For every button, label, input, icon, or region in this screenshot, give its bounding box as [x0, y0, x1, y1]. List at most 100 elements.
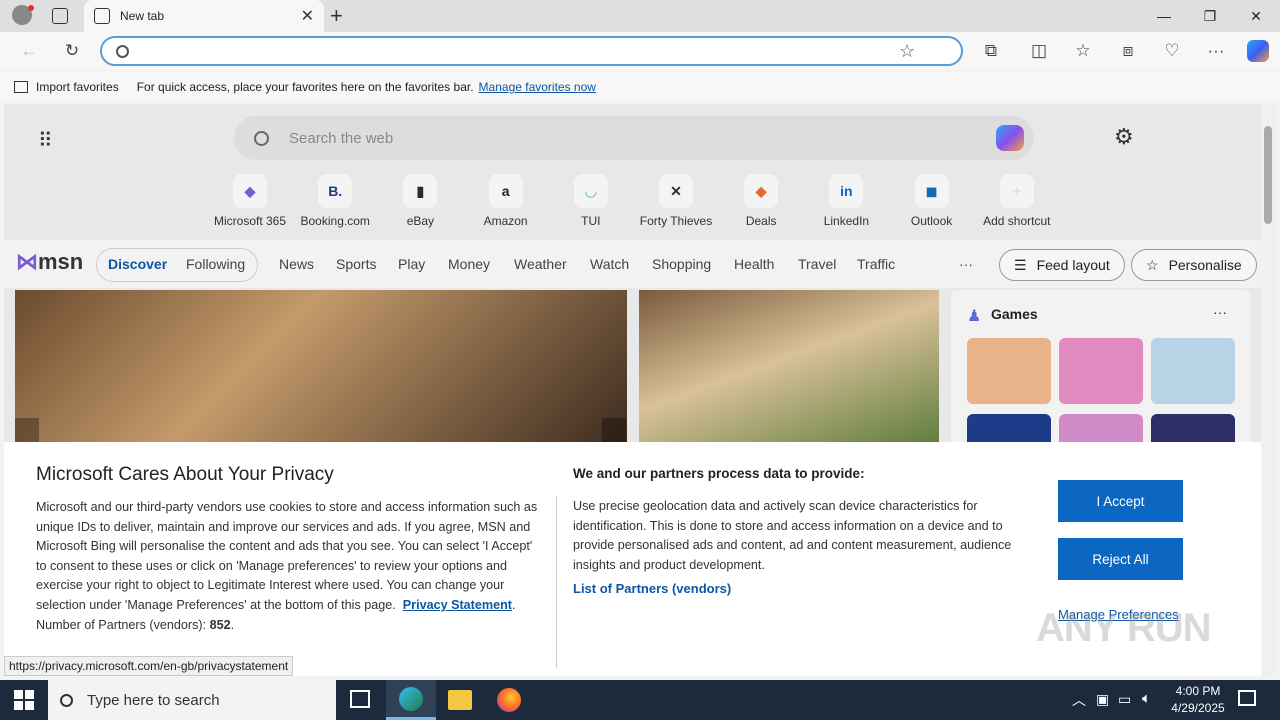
nav-item-travel[interactable]: Travel — [798, 256, 836, 272]
clock-time: 4:00 PM — [1175, 684, 1221, 698]
tray-chevron-icon[interactable]: ︿ — [1072, 690, 1086, 710]
taskbar-clock[interactable]: 4:00 PM 4/29/2025 — [1160, 683, 1236, 717]
file-explorer-icon[interactable] — [448, 690, 472, 710]
favorite-star-icon[interactable]: ☆ — [899, 41, 915, 62]
favorites-bar: Import favorites For quick access, place… — [0, 72, 1280, 102]
shortcut-icon: a — [488, 174, 523, 208]
nav-item-watch[interactable]: Watch — [590, 256, 629, 272]
nav-item-health[interactable]: Health — [734, 256, 774, 272]
tray-device-icon[interactable]: ▣ — [1096, 691, 1109, 708]
nav-more-icon[interactable]: ··· — [959, 256, 973, 272]
games-widget: ♟ Games ··· — [951, 290, 1251, 480]
nav-item-weather[interactable]: Weather — [514, 256, 567, 272]
shortcut-microsoft-365[interactable]: ◆ Microsoft 365 — [207, 174, 293, 228]
address-input[interactable] — [139, 43, 899, 59]
performance-icon[interactable]: ♡ — [1157, 36, 1187, 66]
tab-following[interactable]: Following — [186, 256, 245, 272]
import-favorites-icon — [14, 81, 28, 93]
tab-actions-icon[interactable] — [52, 8, 68, 24]
extensions-icon[interactable]: ⧉ — [976, 36, 1006, 66]
task-view-icon[interactable] — [350, 690, 370, 708]
purposes-body: Use precise geolocation data and activel… — [573, 499, 1012, 572]
restore-button[interactable]: ❐ — [1187, 0, 1233, 32]
volume-icon[interactable]: 🔈︎ — [1142, 690, 1151, 707]
copilot-icon[interactable] — [1243, 36, 1273, 66]
nav-item-sports[interactable]: Sports — [336, 256, 376, 272]
reject-all-button[interactable]: Reject All — [1058, 538, 1183, 580]
shortcut-outlook[interactable]: ◼ Outlook — [889, 174, 975, 228]
shortcut-label: eBay — [406, 214, 435, 228]
copilot-search-icon[interactable] — [996, 125, 1024, 151]
personalise-button[interactable]: ☆ Personalise — [1131, 249, 1257, 281]
web-search-box[interactable]: Search the web — [234, 116, 1034, 160]
address-bar[interactable]: ☆ — [100, 36, 963, 66]
tab-new-tab[interactable]: New tab ✕ — [84, 0, 324, 32]
hero-card-cat[interactable] — [15, 290, 627, 450]
web-search-placeholder: Search the web — [289, 129, 394, 147]
search-icon — [116, 44, 129, 58]
shortcut-tui[interactable]: ◡ TUI — [548, 174, 634, 228]
shortcut-label: Forty Thieves — [639, 214, 713, 228]
back-icon[interactable]: ← — [14, 36, 44, 66]
edge-taskbar-icon[interactable] — [386, 680, 436, 720]
privacy-body-text: Microsoft and our third-party vendors us… — [36, 500, 538, 612]
taskbar-search-icon — [60, 693, 73, 707]
privacy-statement-link[interactable]: Privacy Statement — [403, 598, 512, 612]
shortcut-ebay[interactable]: ▮ eBay — [377, 174, 463, 228]
web-search-icon — [254, 130, 269, 146]
tab-discover[interactable]: Discover — [108, 256, 167, 272]
favorites-icon[interactable]: ☆ — [1068, 36, 1098, 66]
nav-item-play[interactable]: Play — [398, 256, 425, 272]
shortcut-icon: ◡ — [573, 174, 608, 208]
shortcut-icon: ◼ — [914, 174, 949, 208]
scrollbar-thumb[interactable] — [1264, 126, 1272, 224]
notifications-icon[interactable] — [1238, 690, 1256, 706]
apps-launcher-icon[interactable]: ⠿ — [38, 128, 53, 153]
manage-favorites-link[interactable]: Manage favorites now — [479, 80, 596, 94]
shortcut-forty-thieves[interactable]: ✕ Forty Thieves — [633, 174, 719, 228]
shortcut-booking-com[interactable]: B. Booking.com — [292, 174, 378, 228]
page-settings-icon[interactable]: ⚙ — [1114, 124, 1134, 150]
purposes-title: We and our partners process data to prov… — [573, 466, 865, 481]
nav-item-news[interactable]: News — [279, 256, 314, 272]
close-window-button[interactable]: ✕ — [1233, 0, 1279, 32]
settings-more-icon[interactable]: ··· — [1201, 36, 1231, 66]
shortcut-icon: in — [829, 174, 864, 208]
shortcut-linkedin[interactable]: in LinkedIn — [803, 174, 889, 228]
shortcut-icon: ◆ — [744, 174, 779, 208]
collections-icon[interactable]: ⧈ — [1113, 36, 1143, 66]
refresh-icon[interactable]: ↻ — [57, 36, 87, 66]
minimize-button[interactable]: — — [1141, 0, 1187, 32]
hero-card-food[interactable] — [639, 290, 939, 450]
taskbar-search-placeholder: Type here to search — [87, 691, 220, 709]
nav-item-money[interactable]: Money — [448, 256, 490, 272]
split-screen-icon[interactable]: ◫ — [1024, 36, 1054, 66]
game-tile[interactable] — [1151, 338, 1235, 404]
shortcut-add-shortcut[interactable]: + Add shortcut — [974, 174, 1060, 228]
game-tile[interactable] — [967, 338, 1051, 404]
game-tile[interactable] — [1059, 338, 1143, 404]
import-favorites-button[interactable]: Import favorites — [36, 80, 119, 94]
taskbar-search[interactable]: Type here to search — [48, 680, 336, 720]
accept-button[interactable]: I Accept — [1058, 480, 1183, 522]
shortcut-amazon[interactable]: a Amazon — [463, 174, 549, 228]
tab-close-icon[interactable]: ✕ — [301, 6, 314, 26]
partners-list-link[interactable]: List of Partners (vendors) — [573, 581, 731, 596]
shortcut-deals[interactable]: ◆ Deals — [718, 174, 804, 228]
start-button[interactable] — [14, 690, 34, 710]
shortcut-label: LinkedIn — [823, 214, 870, 228]
games-more-icon[interactable]: ··· — [1213, 304, 1227, 320]
network-icon[interactable]: ▭ — [1118, 691, 1131, 708]
feed-layout-button[interactable]: ☰ Feed layout — [999, 249, 1125, 281]
msn-logo[interactable]: ⋈msn — [16, 249, 83, 275]
firefox-icon[interactable] — [497, 688, 521, 712]
shortcut-label: Booking.com — [300, 214, 370, 228]
nav-item-traffic[interactable]: Traffic — [857, 256, 895, 272]
shortcut-icon: ▮ — [403, 174, 438, 208]
shortcut-icon: B. — [318, 174, 353, 208]
nav-item-shopping[interactable]: Shopping — [652, 256, 711, 272]
new-tab-button[interactable]: + — [330, 3, 343, 29]
msn-butterfly-icon: ⋈ — [16, 249, 38, 274]
shortcut-label: TUI — [581, 214, 601, 228]
partners-count: 852 — [209, 617, 231, 632]
